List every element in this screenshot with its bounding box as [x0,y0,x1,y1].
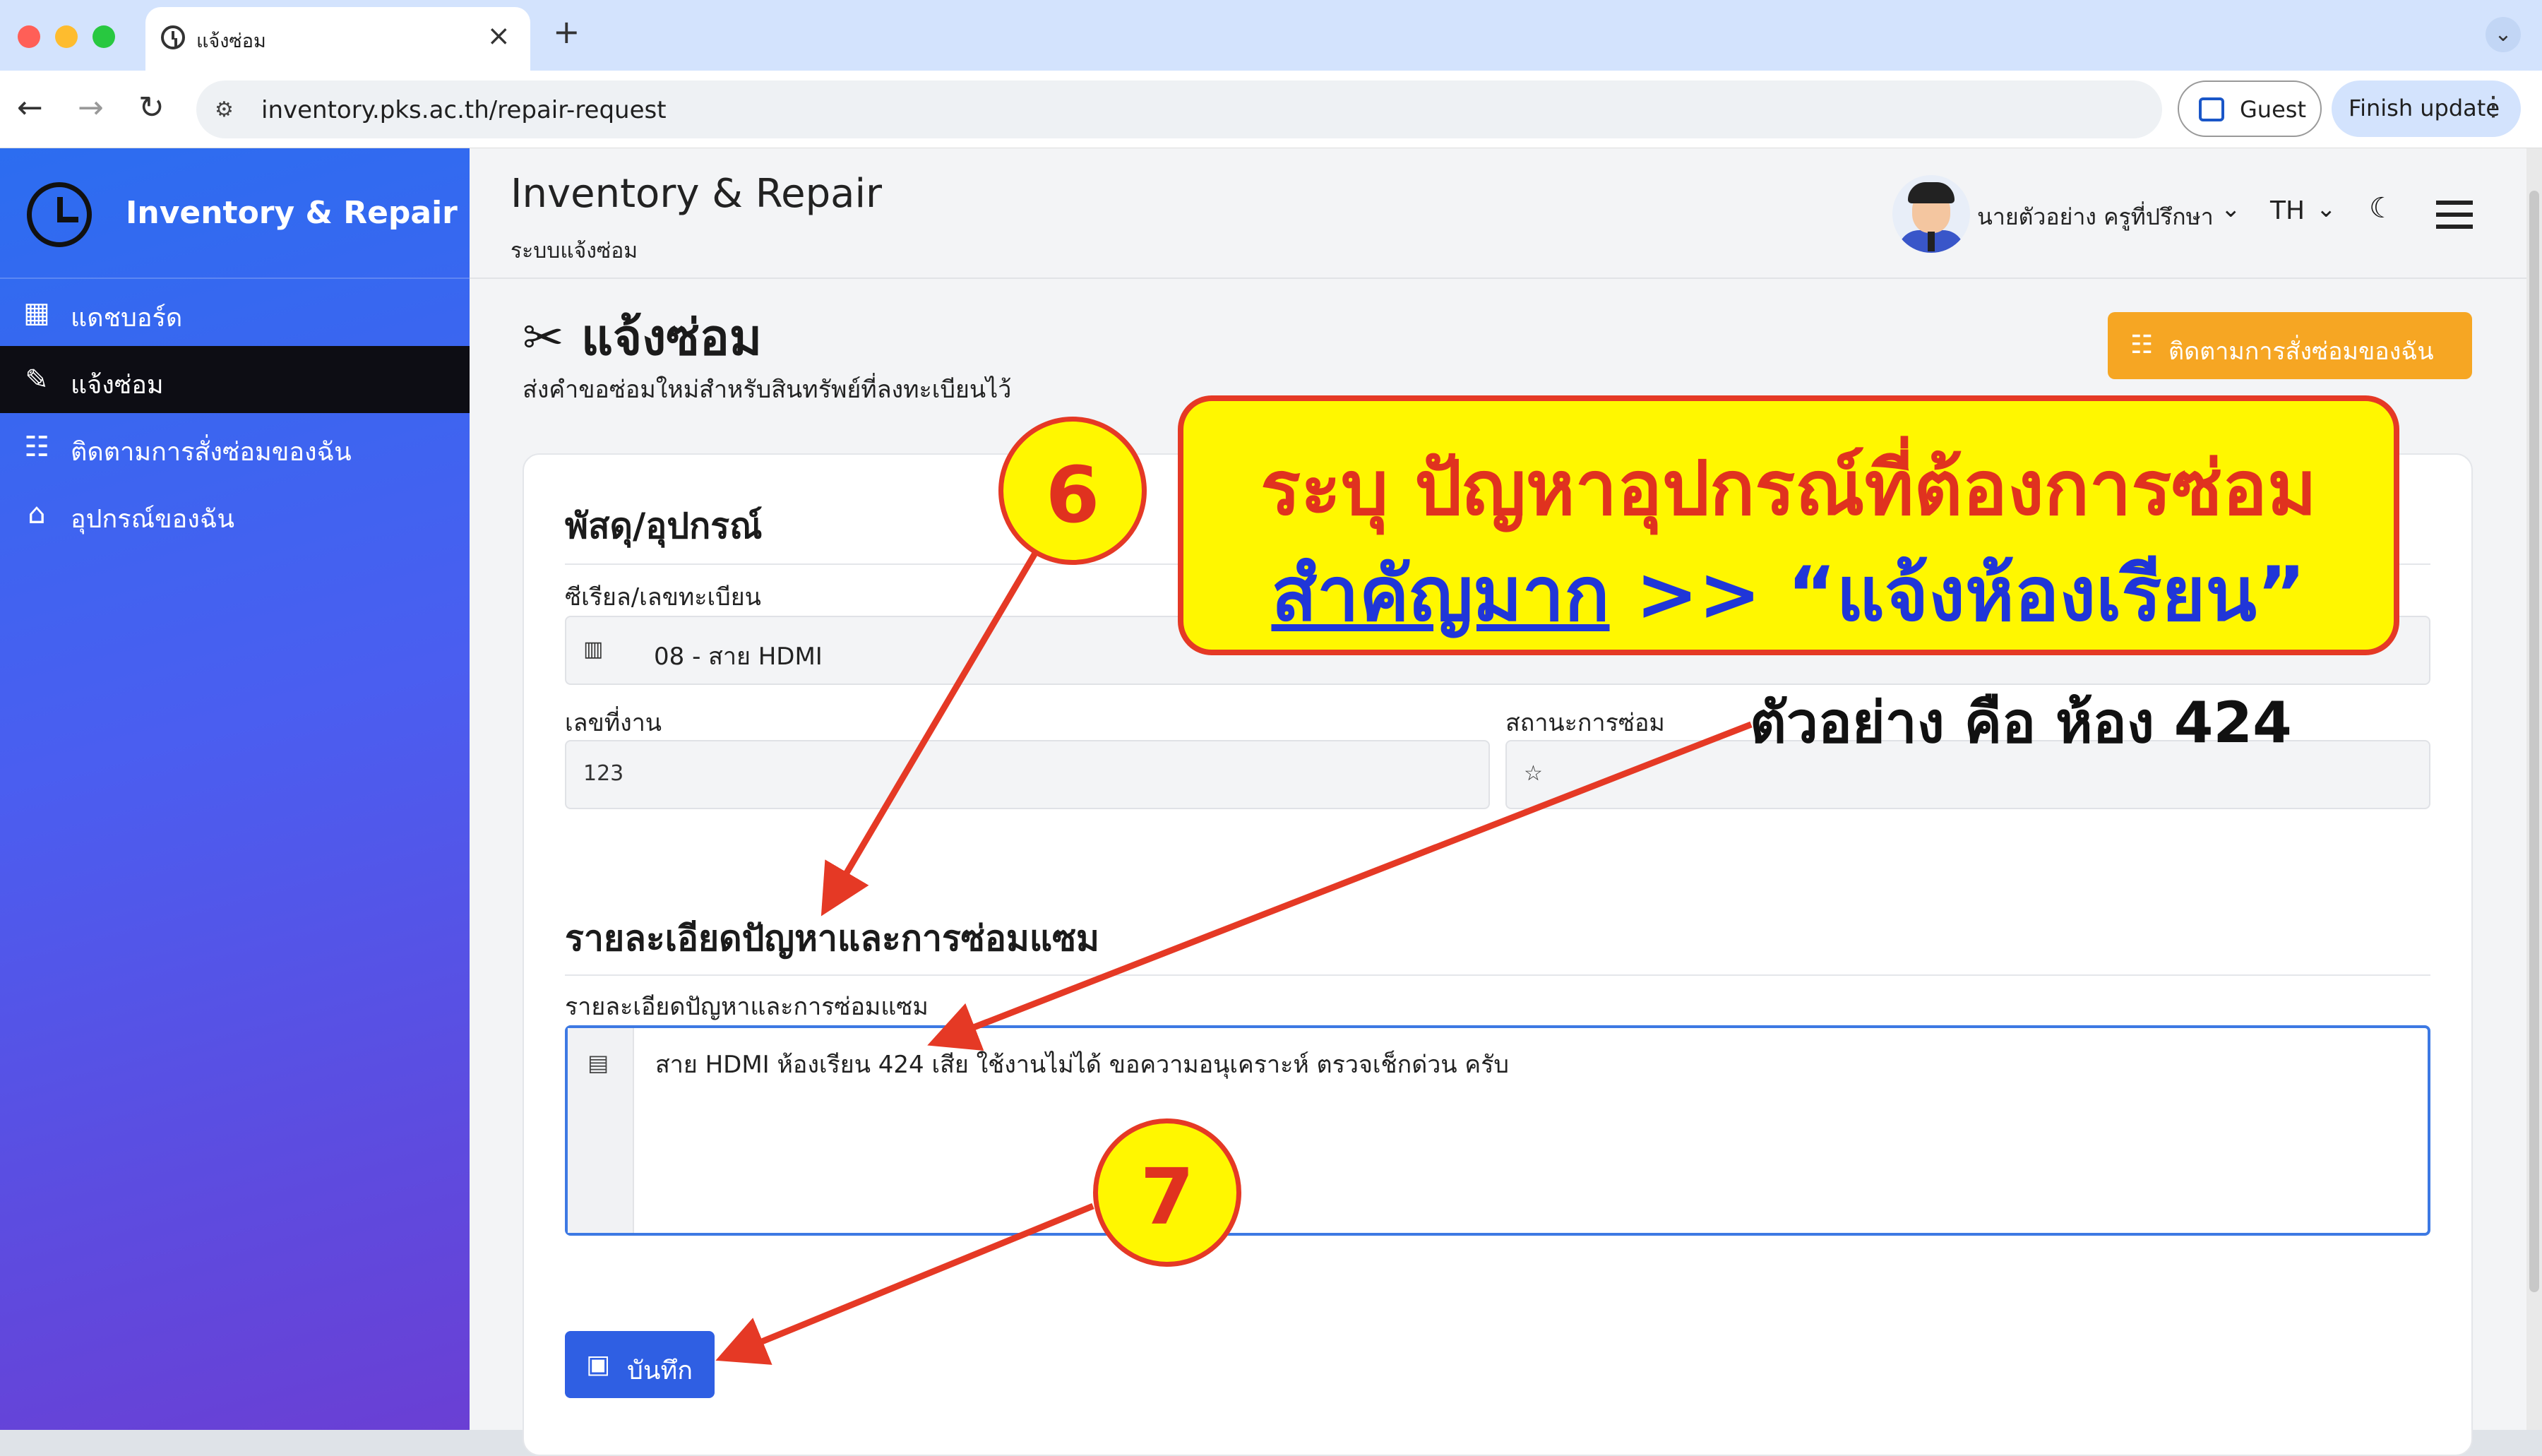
arrow-to-details-section [821,549,1039,917]
annotation-callout: ระบุ ปัญหาอุปกรณ์ที่ต้องการซ่อม สำคัญมาก… [1178,395,2399,655]
annotation-headline: ระบุ ปัญหาอุปกรณ์ที่ต้องการซ่อม [1260,445,2317,532]
arrow-to-room-number [927,721,1753,1051]
step-7-badge: 7 [1093,1118,1241,1267]
step-7-number: 7 [1140,1152,1195,1242]
annotation-emphasis: สำคัญมาก [1271,551,1610,638]
step-6-badge: 6 [998,417,1147,565]
annotation-example: ตัวอย่าง คือ ห้อง 424 [1750,690,2292,756]
annotation-instruction: “แจ้งห้องเรียน” [1786,551,2306,638]
annotation-arrow-text: >> [1635,551,1762,638]
step-6-number: 6 [1045,450,1100,540]
annotation-instruction-line: สำคัญมาก >> “แจ้งห้องเรียน” [1183,534,2394,653]
arrow-to-save-button [715,1203,1094,1365]
